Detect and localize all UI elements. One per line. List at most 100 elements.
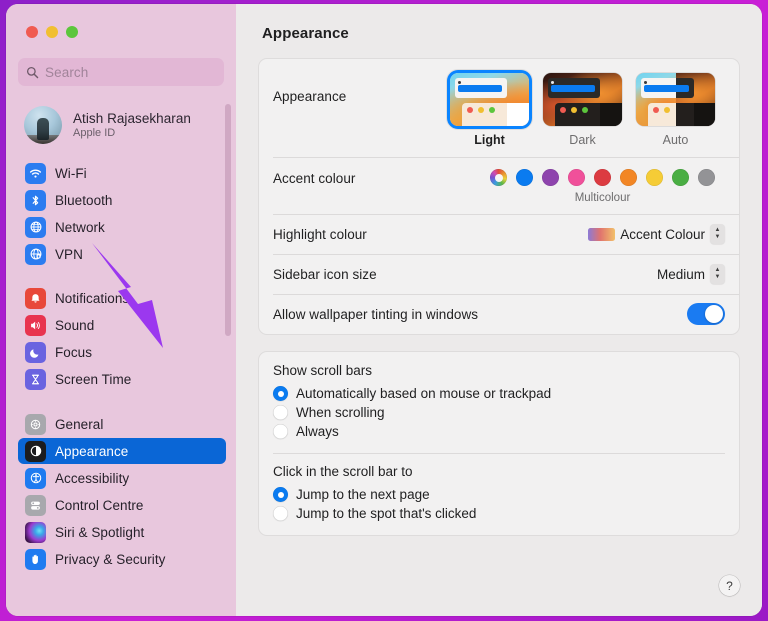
sidebar-item-label: Wi-Fi [55, 165, 87, 181]
accent-swatch-orange[interactable] [620, 169, 637, 186]
minimize-button[interactable] [46, 26, 58, 38]
sidebar-item-screen-time[interactable]: Screen Time [18, 366, 226, 392]
appearance-option-caption: Light [474, 133, 505, 147]
sidebar-item-siri-spotlight[interactable]: Siri & Spotlight [18, 519, 226, 545]
sidebar-item-label: Notifications [55, 290, 130, 306]
accent-swatch-pink[interactable] [568, 169, 585, 186]
sidebar-icon-size-value: Medium [656, 266, 705, 282]
page-title: Appearance [262, 25, 349, 42]
moon-icon [25, 341, 46, 363]
sidebar-item-label: Accessibility [55, 470, 130, 486]
accent-swatch-graphite[interactable] [698, 169, 715, 186]
sidebar-icon-size-label: Sidebar icon size [273, 266, 377, 282]
sidebar-item-network[interactable]: Network [18, 214, 226, 240]
chevron-updown-icon: ▲ ▼ [710, 264, 725, 284]
sidebar-item-label: Sound [55, 317, 95, 333]
accessibility-icon [25, 467, 46, 489]
gear-icon [25, 413, 46, 435]
radio-label: Jump to the spot that's clicked [296, 506, 477, 521]
sidebar-item-label: Privacy & Security [55, 551, 166, 567]
sidebar-item-privacy-security[interactable]: Privacy & Security [18, 546, 226, 572]
help-button[interactable]: ? [719, 575, 740, 596]
scroll-click-block: Click in the scroll bar to Jump to the n… [259, 453, 739, 535]
sidebar-item-sound[interactable]: Sound [18, 312, 226, 338]
sidebar-item-wi-fi[interactable]: Wi-Fi [18, 160, 226, 186]
search-placeholder: Search [45, 64, 89, 80]
appearance-option-auto[interactable]: Auto [636, 73, 715, 147]
sidebar-icon-size-popup[interactable]: Medium ▲ ▼ [657, 264, 725, 284]
scroll-click-option-spot-clicked[interactable]: Jump to the spot that's clicked [273, 504, 725, 523]
accent-selected-caption: Multicolour [574, 192, 631, 204]
radio-label: Always [296, 424, 339, 439]
accent-swatch-red[interactable] [594, 169, 611, 186]
sidebar: Search Atish Rajasekharan Apple ID Wi-Fi… [6, 4, 236, 616]
accent-swatch-green[interactable] [672, 169, 689, 186]
sidebar-item-control-centre[interactable]: Control Centre [18, 492, 226, 518]
globe-icon [25, 216, 46, 238]
sidebar-item-focus[interactable]: Focus [18, 339, 226, 365]
scroll-click-option-next-page[interactable]: Jump to the next page [273, 485, 725, 504]
sidebar-group-alerts: Notifications Sound Focus Screen Time [6, 285, 236, 392]
sidebar-scrollbar[interactable] [225, 104, 231, 336]
sidebar-item-label: Screen Time [55, 371, 132, 387]
search-icon [26, 66, 39, 79]
sidebar-item-label: General [55, 416, 104, 432]
accent-colour-row: Accent colour Multicolour [259, 157, 739, 214]
accent-swatch-blue[interactable] [516, 169, 533, 186]
sidebar-item-label: Appearance [55, 443, 129, 459]
accent-swatch-multicolour[interactable] [490, 169, 507, 186]
radio-icon [273, 386, 288, 401]
appearance-option-dark[interactable]: Dark [543, 73, 622, 147]
accent-swatch-purple[interactable] [542, 169, 559, 186]
sidebar-item-label: Siri & Spotlight [55, 524, 145, 540]
appearance-option-light[interactable]: Light [450, 73, 529, 147]
appearance-label: Appearance [273, 89, 347, 104]
traffic-lights [6, 4, 236, 38]
sidebar-item-general[interactable]: General [18, 411, 226, 437]
scroll-click-title: Click in the scroll bar to [273, 464, 413, 479]
highlight-colour-value: Accent Colour [620, 226, 705, 242]
sidebar-group-system: General Appearance Accessibility Control… [6, 411, 236, 572]
sidebar-item-appearance[interactable]: Appearance [18, 438, 226, 464]
radio-icon [273, 506, 288, 521]
search-input[interactable]: Search [18, 58, 224, 86]
account-row[interactable]: Atish Rajasekharan Apple ID [18, 102, 226, 148]
maximize-button[interactable] [66, 26, 78, 38]
bell-icon [25, 287, 46, 309]
auto-theme-thumbnail [636, 73, 715, 126]
accent-colour-label: Accent colour [273, 171, 356, 186]
radio-icon [273, 405, 288, 420]
vpn-globe-icon [25, 243, 46, 265]
dark-theme-thumbnail [543, 73, 622, 126]
sidebar-item-label: Network [55, 219, 105, 235]
light-theme-thumbnail [450, 73, 529, 126]
appearance-row: Appearance Light Dark Auto [259, 59, 739, 157]
appearance-options: Light Dark Auto [450, 73, 725, 147]
settings-pane: Appearance Appearance Light Dark Auto Ac… [236, 4, 762, 616]
sidebar-item-notifications[interactable]: Notifications [18, 285, 226, 311]
sidebar-item-label: Control Centre [55, 497, 144, 513]
sidebar-item-label: Bluetooth [55, 192, 113, 208]
accent-swatch-yellow[interactable] [646, 169, 663, 186]
radio-label: Jump to the next page [296, 487, 430, 502]
show-scroll-bars-block: Show scroll bars Automatically based on … [259, 352, 739, 453]
sidebar-item-vpn[interactable]: VPN [18, 241, 226, 267]
bluetooth-icon [25, 189, 46, 211]
scroll-bars-option-when-scrolling[interactable]: When scrolling [273, 403, 725, 422]
window-border: Search Atish Rajasekharan Apple ID Wi-Fi… [0, 0, 768, 621]
appearance-icon [25, 440, 46, 462]
hourglass-icon [25, 368, 46, 390]
account-name: Atish Rajasekharan [73, 111, 191, 126]
sidebar-item-bluetooth[interactable]: Bluetooth [18, 187, 226, 213]
scroll-bars-option-always[interactable]: Always [273, 422, 725, 441]
scroll-bars-option-automatic[interactable]: Automatically based on mouse or trackpad [273, 384, 725, 403]
highlight-colour-label: Highlight colour [273, 226, 367, 242]
hand-icon [25, 548, 46, 570]
sidebar-item-accessibility[interactable]: Accessibility [18, 465, 226, 491]
show-scroll-bars-title: Show scroll bars [273, 363, 373, 378]
highlight-colour-popup[interactable]: Accent Colour ▲ ▼ [588, 224, 725, 244]
wallpaper-tinting-toggle[interactable] [687, 303, 725, 325]
appearance-card: Appearance Light Dark Auto Accent colour… [258, 58, 740, 335]
close-button[interactable] [26, 26, 38, 38]
highlight-colour-row: Highlight colour Accent Colour ▲ ▼ [259, 214, 739, 254]
